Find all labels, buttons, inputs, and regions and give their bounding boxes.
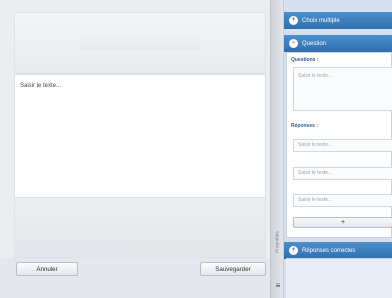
question-input[interactable]: Saisir le texte... — [293, 67, 392, 111]
plus-icon: + — [289, 246, 298, 255]
section-label: Réponses correctes — [302, 247, 356, 254]
section-label: Choix multiple — [302, 17, 340, 24]
question-placeholder: Saisir le texte... — [298, 73, 333, 79]
response-input-3[interactable]: Saisir le texte... — [293, 194, 392, 207]
question-section-body: Questions : Saisir le texte... Réponses … — [286, 52, 392, 238]
editor-panel: Saisir le texte... Annuler Sauvegarder — [0, 0, 270, 298]
editor-placeholder: Saisir le texte... — [20, 83, 62, 89]
properties-strip-label: Propriétés — [275, 231, 281, 253]
responses-label: Réponses : — [291, 123, 318, 129]
editor-lower-area — [14, 198, 266, 258]
editor-toolbar — [80, 38, 200, 50]
properties-panel: + Choix multiple − Question Questions : … — [284, 0, 392, 298]
save-button[interactable]: Sauvegarder — [200, 262, 266, 276]
plus-icon: + — [289, 16, 298, 25]
response-input-2[interactable]: Saisir le texte... — [293, 167, 392, 180]
correct-answers-body — [286, 258, 392, 298]
section-header-question[interactable]: − Question — [284, 35, 392, 52]
minus-icon: − — [289, 39, 298, 48]
response-input-1[interactable]: Saisir le texte... — [293, 139, 392, 152]
add-response-button[interactable]: + — [293, 217, 392, 228]
section-header-multiple-choice[interactable]: + Choix multiple — [284, 12, 392, 29]
properties-strip[interactable]: Propriétés ≡ — [270, 0, 284, 298]
section-label: Question — [302, 40, 327, 47]
questions-label: Questions : — [291, 57, 319, 63]
cancel-button[interactable]: Annuler — [16, 262, 78, 276]
text-editor[interactable]: Saisir le texte... — [14, 74, 266, 198]
section-header-correct-answers[interactable]: + Réponses correctes — [284, 242, 392, 259]
grip-icon[interactable]: ≡ — [274, 282, 282, 290]
